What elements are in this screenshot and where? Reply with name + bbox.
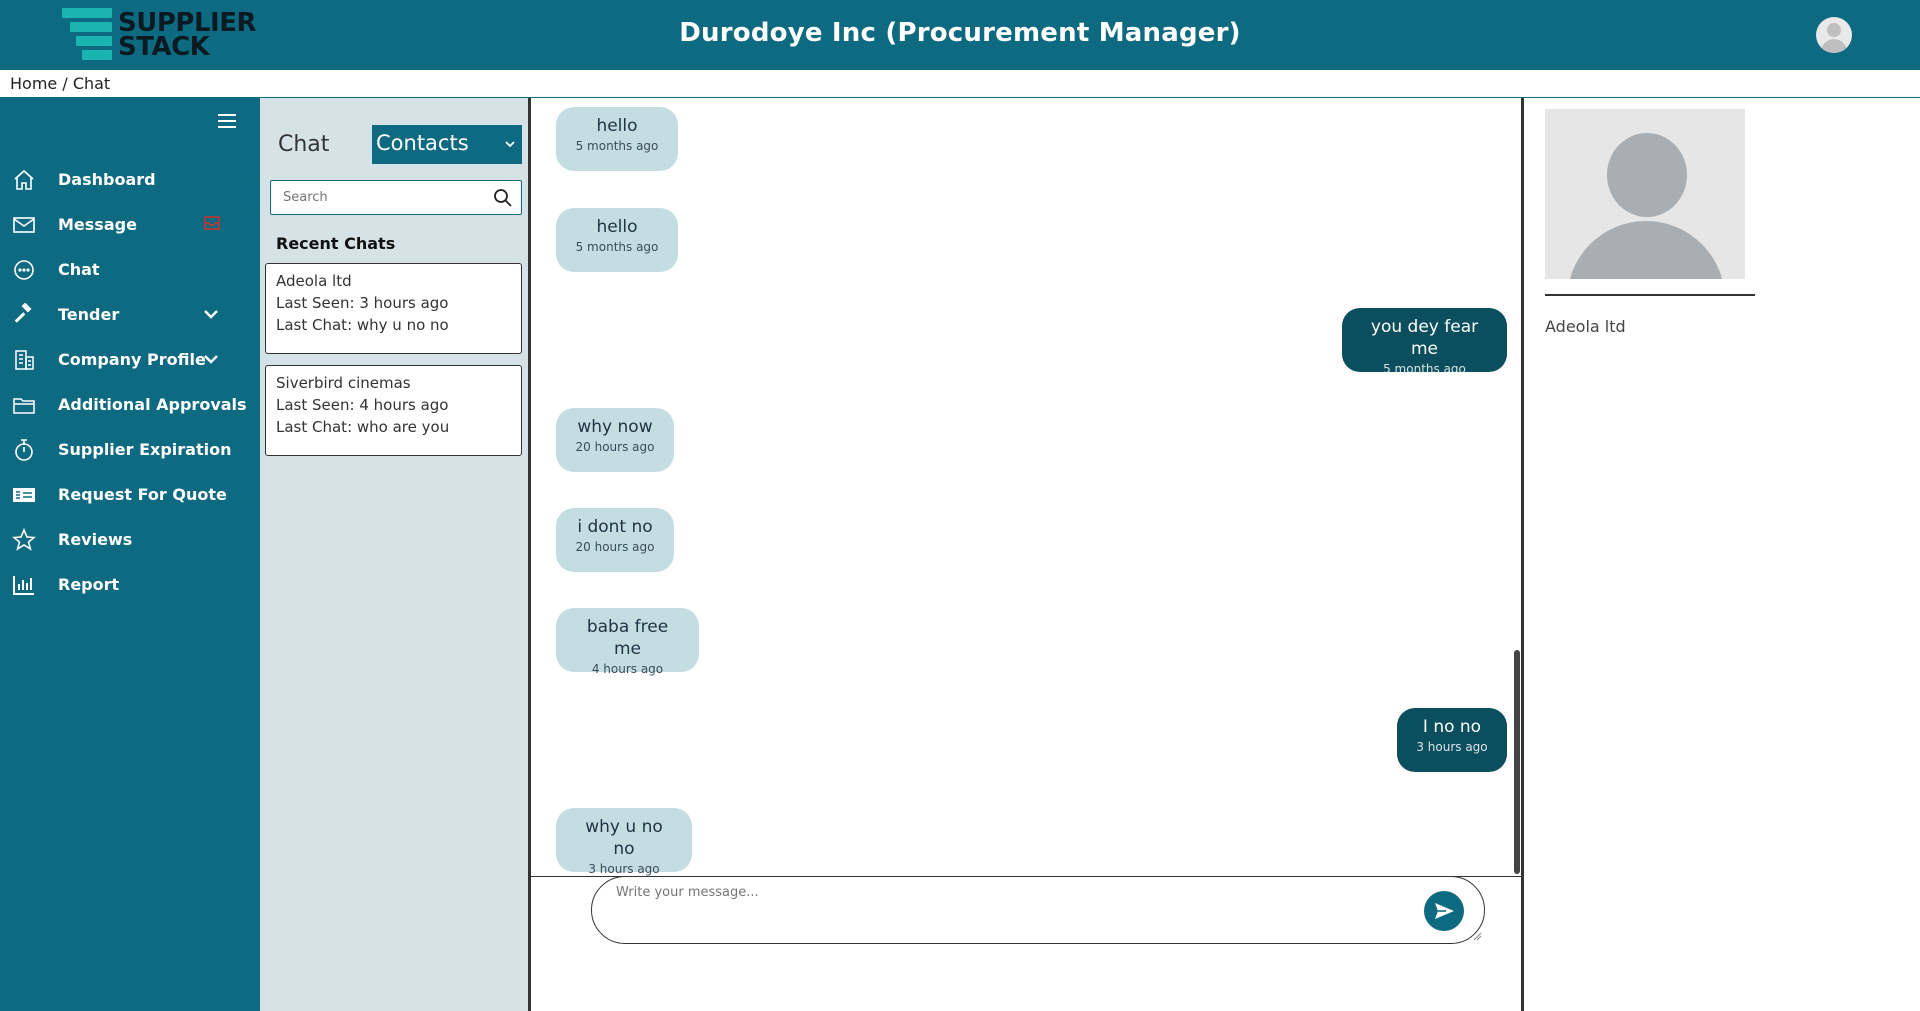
sidebar-item-label: Supplier Expiration: [58, 440, 232, 459]
message-bubble-incoming: i dont no 20 hours ago: [556, 508, 674, 572]
sidebar-item-reviews[interactable]: Reviews: [0, 520, 260, 560]
chevron-down-icon[interactable]: [202, 305, 220, 323]
breadcrumb: Home / Chat: [0, 70, 1920, 98]
message-text: i dont no: [577, 517, 653, 537]
building-icon: [15, 350, 34, 370]
conversation-panel: hello 5 months ago hello 5 months ago yo…: [528, 98, 1524, 1011]
notification-badge-icon: [204, 216, 220, 230]
sidebar-item-supplier-expiration[interactable]: Supplier Expiration: [0, 430, 260, 470]
sidebar-item-message[interactable]: Message: [0, 205, 260, 245]
message-text: why now: [577, 417, 653, 437]
chat-last-message: Last Chat: why u no no: [276, 316, 449, 334]
chat-last-seen: Last Seen: 4 hours ago: [276, 396, 449, 414]
sidebar-item-report[interactable]: Report: [0, 565, 260, 605]
quote-card-icon: [13, 488, 35, 502]
page-title: Durodoye Inc (Procurement Manager): [679, 18, 1241, 48]
gavel-icon: [14, 303, 32, 323]
message-bubble-incoming: hello 5 months ago: [556, 208, 678, 272]
chat-panel-title: Chat: [278, 132, 330, 157]
search-input[interactable]: [277, 181, 477, 214]
sidebar: Dashboard Message Chat Tender Company Pr…: [0, 98, 260, 1011]
sidebar-item-company-profile[interactable]: Company Profile: [0, 340, 260, 380]
message-text: I no no: [1422, 717, 1482, 737]
search-icon[interactable]: [493, 188, 513, 208]
message-text: hello: [596, 116, 638, 136]
message-time: 20 hours ago: [575, 440, 655, 454]
sidebar-item-dashboard[interactable]: Dashboard: [0, 160, 260, 200]
recent-chat-item[interactable]: Siverbird cinemas Last Seen: 4 hours ago…: [265, 365, 522, 456]
contact-profile-panel: Adeola ltd: [1524, 98, 1920, 1011]
message-text: why u no no: [585, 817, 663, 859]
sidebar-item-label: Company Profile: [58, 350, 206, 369]
stopwatch-icon: [15, 439, 33, 461]
sidebar-item-label: Message: [58, 215, 137, 234]
message-text: baba free me: [586, 617, 669, 659]
chat-contact-name: Siverbird cinemas: [276, 374, 411, 392]
hamburger-menu-icon[interactable]: [218, 114, 236, 128]
message-bubble-incoming: hello 5 months ago: [556, 107, 678, 171]
message-time: 5 months ago: [1383, 362, 1466, 376]
sidebar-item-tender[interactable]: Tender: [0, 295, 260, 335]
chat-bubble-icon: [14, 260, 34, 280]
send-icon: [1435, 903, 1454, 919]
contacts-filter-select[interactable]: Contacts: [372, 125, 522, 164]
sidebar-item-label: Reviews: [58, 530, 133, 549]
sidebar-item-label: Dashboard: [58, 170, 156, 189]
message-bubble-incoming: why u no no 3 hours ago: [556, 808, 692, 876]
recent-chat-item[interactable]: Adeola ltd Last Seen: 3 hours ago Last C…: [265, 263, 522, 354]
chat-contact-name: Adeola ltd: [276, 272, 352, 290]
message-bubble-outgoing: you dey fear me 5 months ago: [1342, 308, 1507, 376]
sidebar-item-label: Request For Quote: [58, 485, 227, 504]
message-time: 20 hours ago: [575, 540, 655, 554]
chat-list-panel: Chat Contacts Recent Chats Adeola ltd La…: [260, 98, 528, 1011]
bar-chart-icon: [13, 576, 34, 595]
chat-last-seen: Last Seen: 3 hours ago: [276, 294, 449, 312]
message-time: 5 months ago: [575, 240, 659, 254]
message-time: 4 hours ago: [591, 662, 664, 676]
message-time: 5 months ago: [575, 139, 659, 153]
contact-name: Adeola ltd: [1545, 317, 1626, 336]
sidebar-item-label: Report: [58, 575, 120, 594]
message-bubble-incoming: baba free me 4 hours ago: [556, 608, 699, 676]
sidebar-item-label: Additional Approvals: [58, 395, 247, 414]
top-header: SUPPLIER STACK Durodoye Inc (Procurement…: [0, 0, 1920, 70]
sidebar-item-additional-approvals[interactable]: Additional Approvals: [0, 385, 260, 425]
contacts-filter-value: Contacts: [376, 131, 469, 155]
chat-last-message: Last Chat: who are you: [276, 418, 450, 436]
contact-avatar: [1545, 109, 1745, 279]
chevron-down-icon[interactable]: [202, 350, 220, 368]
home-icon: [14, 169, 34, 190]
user-avatar[interactable]: [1816, 17, 1852, 53]
message-bubble-outgoing: I no no 3 hours ago: [1397, 708, 1507, 772]
star-icon: [12, 528, 36, 551]
search-field[interactable]: [270, 180, 522, 215]
message-input[interactable]: [616, 885, 1396, 935]
resize-handle-icon[interactable]: [1472, 931, 1482, 941]
chevron-down-icon: [505, 141, 515, 148]
sidebar-item-label: Chat: [58, 260, 100, 279]
scrollbar-thumb[interactable]: [1514, 650, 1520, 874]
message-list[interactable]: hello 5 months ago hello 5 months ago yo…: [531, 98, 1521, 876]
profile-divider: [1545, 294, 1755, 296]
message-text: you dey fear me: [1370, 317, 1479, 359]
recent-chats-heading: Recent Chats: [276, 234, 396, 253]
message-time: 3 hours ago: [1416, 740, 1488, 754]
sidebar-item-chat[interactable]: Chat: [0, 250, 260, 290]
folder-icon: [13, 398, 35, 414]
message-composer: [591, 876, 1485, 944]
message-bubble-incoming: why now 20 hours ago: [556, 408, 674, 472]
sidebar-item-label: Tender: [58, 305, 120, 324]
message-text: hello: [596, 217, 638, 237]
send-button[interactable]: [1424, 891, 1464, 931]
mail-icon: [13, 217, 35, 233]
sidebar-item-request-for-quote[interactable]: Request For Quote: [0, 475, 260, 515]
